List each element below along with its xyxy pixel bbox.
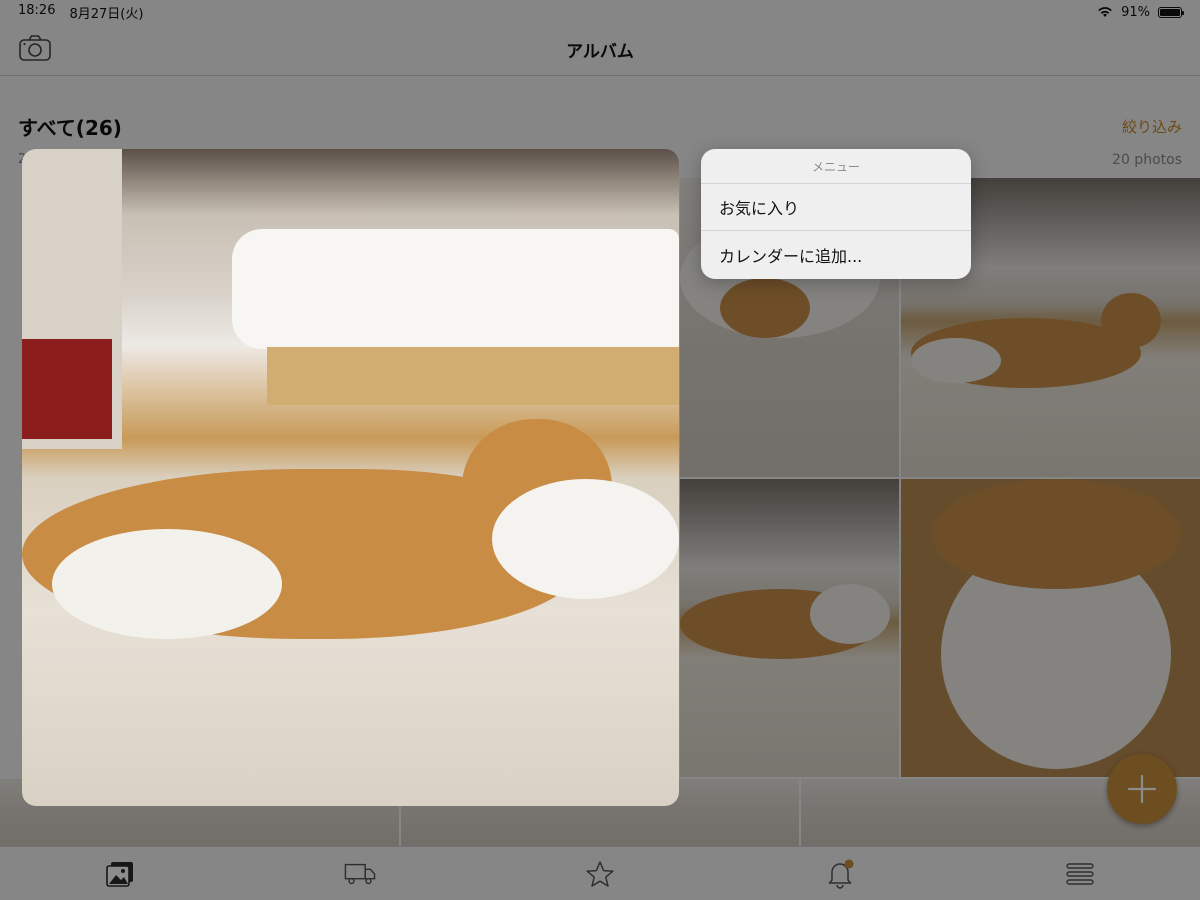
- menu-item-favorite[interactable]: お気に入り: [701, 184, 971, 231]
- context-menu-title: メニュー: [701, 149, 971, 184]
- menu-item-add-to-calendar[interactable]: カレンダーに追加...: [701, 231, 971, 278]
- photo-preview[interactable]: [22, 149, 679, 806]
- context-menu: メニュー お気に入り カレンダーに追加...: [701, 149, 971, 279]
